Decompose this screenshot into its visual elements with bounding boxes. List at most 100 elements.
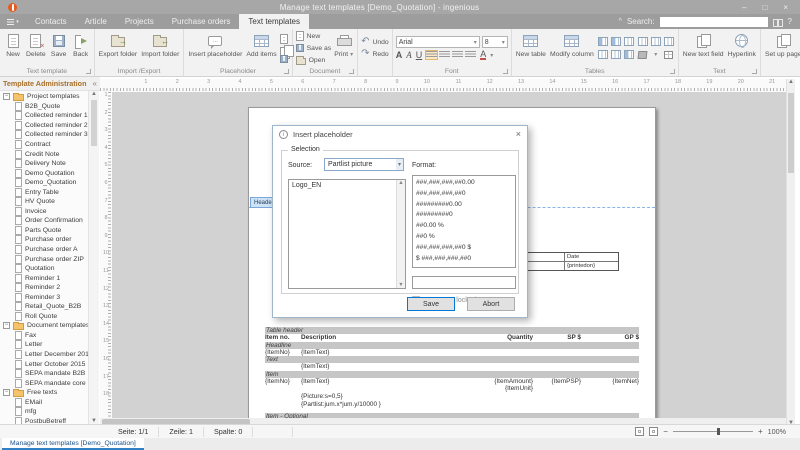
- tree-item[interactable]: − Retail_Quote_B2B: [0, 302, 88, 312]
- format-item[interactable]: $ ###,###,###,##0: [416, 254, 512, 265]
- add-items-button[interactable]: Add items: [245, 30, 277, 66]
- scroll-down-icon[interactable]: ▼: [397, 282, 405, 288]
- tree-item[interactable]: − mfg: [0, 407, 88, 417]
- dialog-title-bar[interactable]: i Insert placeholder ×: [273, 126, 527, 142]
- format-input[interactable]: [412, 276, 516, 289]
- delete-template-button[interactable]: × Delete: [25, 30, 47, 66]
- scrollbar-thumb[interactable]: [788, 93, 794, 173]
- close-button[interactable]: ×: [783, 3, 788, 12]
- collapse-sidebar-icon[interactable]: «: [93, 79, 97, 88]
- tree-item[interactable]: − Contract: [0, 140, 88, 150]
- tree-item[interactable]: − EMail: [0, 398, 88, 408]
- align-right-button[interactable]: [452, 51, 463, 59]
- tree-item[interactable]: − Purchase order A: [0, 245, 88, 255]
- borders-button[interactable]: [663, 49, 675, 61]
- copy-item-button[interactable]: [280, 45, 289, 54]
- chevron-down-icon[interactable]: ▾: [490, 52, 493, 59]
- format-item[interactable]: ###,###,###,##0 $: [416, 243, 512, 254]
- listbox-scrollbar[interactable]: ▲ ▼: [396, 180, 405, 288]
- insert-placeholder-button[interactable]: ... Insert placeholder: [187, 30, 243, 66]
- export-folder-button[interactable]: → Export folder: [98, 30, 139, 66]
- format-listbox[interactable]: ###,###,###,##0.00###,###,###,##0#######…: [412, 175, 516, 268]
- tree-item[interactable]: − Order Confirmation: [0, 216, 88, 226]
- expander-icon[interactable]: −: [3, 389, 10, 396]
- format-item[interactable]: ###,###,###,##0: [416, 189, 512, 200]
- tree-item[interactable]: − Reminder 2: [0, 283, 88, 293]
- cell-height-button[interactable]: [663, 36, 675, 48]
- tree-item[interactable]: − SEPA mandate B2B: [0, 369, 88, 379]
- fit-width-icon[interactable]: [649, 427, 658, 436]
- zoom-slider-thumb[interactable]: [717, 428, 720, 435]
- tree-item[interactable]: − Credit Note: [0, 149, 88, 159]
- set-up-page-button[interactable]: Set up page: [764, 30, 800, 66]
- tab-contacts[interactable]: Contacts: [26, 14, 76, 29]
- dialog-launcher-icon[interactable]: [752, 69, 757, 74]
- vertical-scrollbar[interactable]: ▲ ▼: [786, 79, 795, 426]
- list-item[interactable]: Logo_EN: [289, 180, 405, 191]
- new-template-button[interactable]: New: [3, 30, 23, 66]
- dialog-close-icon[interactable]: ×: [516, 129, 521, 139]
- tree-item[interactable]: − Parts Quote: [0, 226, 88, 236]
- font-family-select[interactable]: Arial▾: [396, 36, 480, 48]
- tree-item[interactable]: − Delivery Note: [0, 159, 88, 169]
- align-center-button[interactable]: [439, 51, 450, 59]
- tree-item[interactable]: − Letter December 2019: [0, 350, 88, 360]
- scroll-up-icon[interactable]: ▲: [398, 180, 403, 186]
- tree-item[interactable]: − Document templates: [0, 321, 88, 331]
- document-save-as-button[interactable]: Save as: [296, 43, 332, 54]
- abort-button[interactable]: Abort: [467, 297, 515, 311]
- modify-column-button[interactable]: Modify column: [549, 30, 595, 66]
- tree-item[interactable]: − Collected reminder 1: [0, 111, 88, 121]
- document-open-button[interactable]: Open: [296, 55, 332, 66]
- app-menu-button[interactable]: ▾: [0, 14, 26, 29]
- dialog-launcher-icon[interactable]: [349, 69, 354, 74]
- format-item[interactable]: #########0: [416, 210, 512, 221]
- tree-item[interactable]: − Roll Quote: [0, 312, 88, 322]
- dialog-launcher-icon[interactable]: [86, 69, 91, 74]
- tab-text-templates[interactable]: Text templates: [239, 14, 309, 29]
- help-icon[interactable]: ?: [788, 17, 792, 26]
- tab-purchase-orders[interactable]: Purchase orders: [163, 14, 240, 29]
- tree-item[interactable]: − Letter: [0, 340, 88, 350]
- tree-item[interactable]: − Free texts: [0, 388, 88, 398]
- save-template-button[interactable]: Save: [49, 30, 69, 66]
- collapse-ribbon-icon[interactable]: ^: [619, 18, 622, 25]
- hyperlink-button[interactable]: Hyperlink: [727, 30, 757, 66]
- new-text-field-button[interactable]: New text field: [682, 30, 725, 66]
- tree-item[interactable]: − Invoice: [0, 207, 88, 217]
- underline-button[interactable]: U: [416, 50, 423, 60]
- insert-column-right-button[interactable]: [610, 36, 622, 48]
- expander-icon[interactable]: −: [3, 322, 10, 329]
- align-left-button[interactable]: [426, 51, 437, 59]
- new-table-button[interactable]: New table: [515, 30, 547, 66]
- tab-projects[interactable]: Projects: [116, 14, 163, 29]
- zoom-slider[interactable]: [673, 431, 753, 432]
- tree-item[interactable]: − Letter October 2015: [0, 359, 88, 369]
- scrollbar-thumb[interactable]: [91, 100, 97, 146]
- source-select[interactable]: Partlist picture ▾: [324, 158, 404, 171]
- tree-item[interactable]: − Demo_Quotation: [0, 178, 88, 188]
- insert-row-below-button[interactable]: [610, 49, 622, 61]
- align-justify-button[interactable]: [465, 51, 476, 59]
- insert-row-above-button[interactable]: [597, 49, 609, 61]
- back-button[interactable]: Back: [71, 30, 91, 66]
- delete-column-button[interactable]: [623, 36, 635, 48]
- format-item[interactable]: #########0.00: [416, 200, 512, 211]
- import-folder-button[interactable]: ← Import folder: [140, 30, 180, 66]
- bold-button[interactable]: A: [396, 50, 403, 60]
- minimize-button[interactable]: –: [742, 3, 746, 12]
- format-item[interactable]: ##0 %: [416, 232, 512, 243]
- tree-item[interactable]: − Fax: [0, 331, 88, 341]
- format-item[interactable]: ##0.00 %: [416, 221, 512, 232]
- export-item-button[interactable]: [280, 55, 289, 63]
- tree-item[interactable]: − Quotation: [0, 264, 88, 274]
- tree-item[interactable]: − Collected reminder 3: [0, 130, 88, 140]
- format-item[interactable]: ###,###,###,##0.00: [416, 178, 512, 189]
- scroll-up-icon[interactable]: ▲: [787, 79, 795, 85]
- font-color-button[interactable]: A: [480, 50, 486, 60]
- shading-button[interactable]: [637, 49, 649, 61]
- tree-item[interactable]: − Reminder 1: [0, 273, 88, 283]
- dialog-launcher-icon[interactable]: [670, 69, 675, 74]
- merge-cells-button[interactable]: [637, 36, 649, 48]
- delete-row-button[interactable]: [623, 49, 635, 61]
